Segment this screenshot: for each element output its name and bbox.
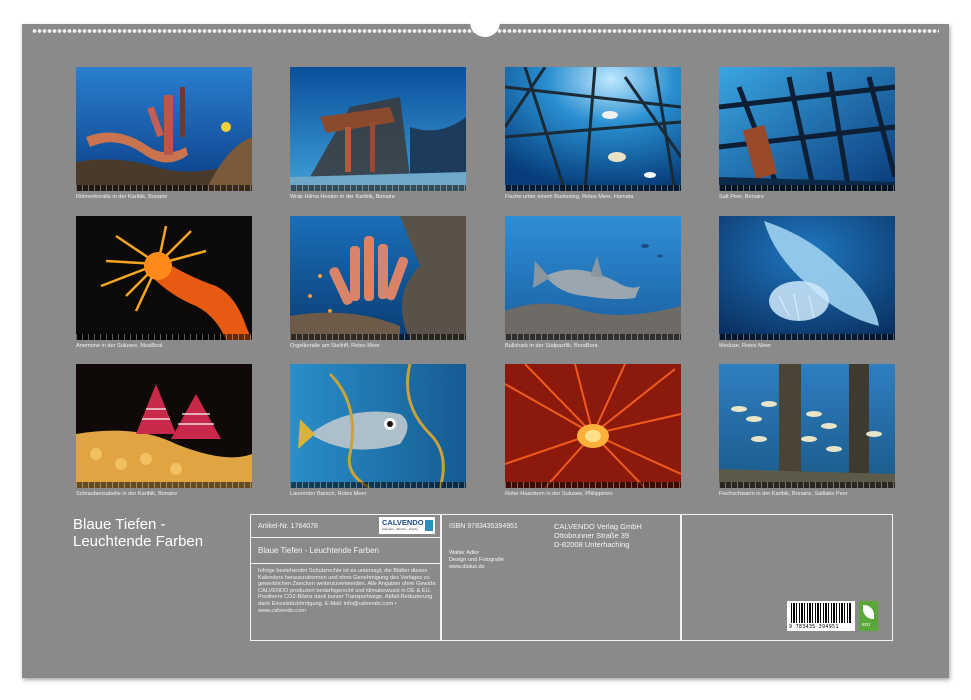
- publisher-city: D-82008 Unterhaching: [554, 540, 630, 549]
- christmas-tree-worm-image: [76, 364, 252, 488]
- photo-caption: Anemone in der Sulusee, MoaBoal: [76, 343, 163, 349]
- eco-label: eco: [862, 622, 871, 628]
- photo-january: [76, 67, 252, 191]
- calvendo-logo: CALVENDO Kalender · Bücher · Puzzle: [379, 517, 435, 534]
- jetty-fish-image: [505, 67, 681, 191]
- isbn: ISBN 9783435394951: [449, 523, 518, 530]
- photo-july: [505, 216, 681, 340]
- author-name: Walter Adler: [449, 550, 480, 556]
- publisher-name: CALVENDO Verlag GmbH: [554, 522, 642, 531]
- photo-august: [719, 216, 895, 340]
- author-role: Design und Fotografie: [449, 557, 505, 563]
- logo-text: CALVENDO: [382, 518, 424, 527]
- photo-caption: Salt Peer, Bonaire: [719, 194, 765, 200]
- photo-caption: Meduse, Rotes Meer: [719, 343, 771, 349]
- photo-caption: Röhrenkoralle in der Karibik, Bonaire: [76, 194, 168, 200]
- legal-notice: Infolge bestehender Schutzrechte ist es …: [258, 568, 437, 614]
- product-title: Blaue Tiefen - Leuchtende Farben: [258, 546, 379, 555]
- calendar-title-line1: Blaue Tiefen -: [73, 516, 166, 533]
- bullshark-image: [505, 216, 681, 340]
- photo-june: [290, 216, 466, 340]
- photo-caption: Bullshark in der Südpazifik, BoraBora: [505, 343, 598, 349]
- photo-september: [76, 364, 252, 488]
- publisher-info-box: Artikel-Nr. 1764078 CALVENDO Kalender · …: [250, 514, 893, 641]
- divider: [251, 537, 441, 538]
- divider: [251, 563, 441, 564]
- photo-october: [290, 364, 466, 488]
- photo-caption: Lauernder Barsch, Rotes Meer: [290, 491, 367, 497]
- photo-february: [290, 67, 466, 191]
- anemone-image: [76, 216, 252, 340]
- barcode-bars: [791, 603, 851, 623]
- tube-coral-image: [76, 67, 252, 191]
- leaf-icon: [863, 605, 874, 619]
- eco-badge: eco: [859, 601, 878, 631]
- photo-caption: Schraubensabelle in der Karibik, Bonaire: [76, 491, 178, 497]
- isbn-barcode: 9 783435 394951: [787, 601, 855, 631]
- author-website: www.dialux.de: [449, 564, 485, 570]
- organ-coral-image: [290, 216, 466, 340]
- photo-december: [719, 364, 895, 488]
- photo-caption: Roter Haarstern in der Sulusee, Philippi…: [505, 491, 613, 497]
- calendar-title: Blaue Tiefen - Leuchtende Farben: [73, 516, 203, 550]
- photo-caption: Fische unter einem Bootssteg, Rotes Meer…: [505, 194, 634, 200]
- barcode-number: 9 783435 394951: [789, 624, 839, 630]
- grouper-image: [290, 364, 466, 488]
- jellyfish-image: [719, 216, 895, 340]
- photo-caption: Orgelkoralle am Steilriff, Rotes Meer: [290, 343, 381, 349]
- logo-subtext: Kalender · Bücher · Puzzle: [382, 527, 418, 531]
- divider: [680, 515, 682, 640]
- feather-star-image: [505, 364, 681, 488]
- publisher-street: Ottobrunner Straße 39: [554, 531, 630, 540]
- article-number: Artikel-Nr. 1764078: [258, 523, 318, 530]
- photo-april: [719, 67, 895, 191]
- fish-school-image: [719, 364, 895, 488]
- photo-caption: Fischschwarm in der Karibik, Bonaire, Sa…: [719, 491, 848, 497]
- photo-november: [505, 364, 681, 488]
- shipwreck-image: [290, 67, 466, 191]
- calendar-back-sheet: Röhrenkoralle in der Karibik, Bonaire Wr…: [22, 15, 949, 678]
- logo-mark-icon: [425, 520, 433, 531]
- photo-caption: Wrak Hilma Hooker in der Karibik, Bonair…: [290, 194, 395, 200]
- photo-may: [76, 216, 252, 340]
- photo-march: [505, 67, 681, 191]
- salt-pier-image: [719, 67, 895, 191]
- calendar-title-line2: Leuchtende Farben: [73, 533, 204, 550]
- divider: [440, 515, 442, 640]
